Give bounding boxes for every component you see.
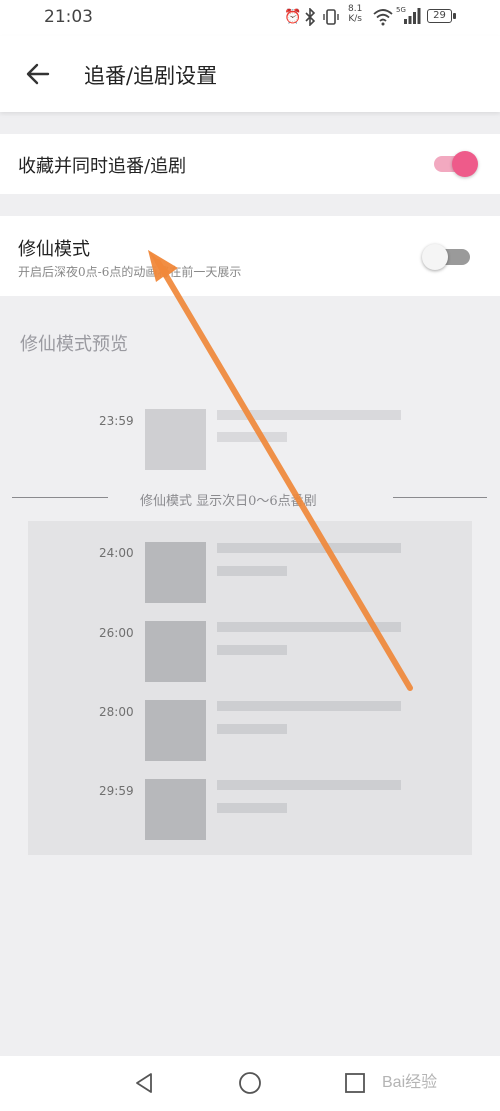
preview-thumbnail xyxy=(145,409,206,470)
page-title: 追番/追剧设置 xyxy=(84,64,218,88)
preview-thumbnail xyxy=(145,700,206,761)
preview-thumbnail xyxy=(145,779,206,840)
triangle-back-icon xyxy=(136,1073,152,1093)
nav-recents-button[interactable] xyxy=(344,1072,366,1098)
preview-title-placeholder xyxy=(217,410,401,420)
preview-title-placeholder xyxy=(217,543,401,553)
setting-label-mode: 修仙模式 xyxy=(18,239,90,260)
mode-toggle-thumb[interactable] xyxy=(422,244,448,270)
battery-tip xyxy=(453,13,456,19)
divider-line-right xyxy=(393,497,487,498)
bluetooth-icon xyxy=(304,7,316,31)
preview-thumbnail xyxy=(145,542,206,603)
preview-time-before: 23:59 xyxy=(99,414,134,428)
app-bar xyxy=(0,36,500,112)
alarm-icon: ⏰ xyxy=(284,9,302,25)
circle-home-icon xyxy=(239,1072,261,1094)
preview-time: 24:00 xyxy=(99,546,134,560)
nav-back-button[interactable] xyxy=(132,1071,156,1099)
setting-label-sync: 收藏并同时追番/追剧 xyxy=(18,156,187,177)
battery-indicator: 29 xyxy=(427,9,452,23)
divider-line-left xyxy=(12,497,108,498)
setting-description-mode: 开启后深夜0点-6点的动画将在前一天展示 xyxy=(18,265,242,279)
nav-home-button[interactable] xyxy=(238,1071,262,1099)
preview-title-placeholder xyxy=(217,701,401,711)
signal-icon xyxy=(403,8,421,29)
back-button[interactable] xyxy=(20,56,56,92)
preview-subtitle-placeholder xyxy=(217,432,287,442)
wifi-icon xyxy=(373,8,393,31)
preview-subtitle-placeholder xyxy=(217,724,287,734)
preview-subtitle-placeholder xyxy=(217,803,287,813)
preview-thumbnail xyxy=(145,621,206,682)
preview-title-placeholder xyxy=(217,622,401,632)
preview-subtitle-placeholder xyxy=(217,566,287,576)
network-speed: 8.1 K/s xyxy=(348,4,363,24)
watermark: Bai经验 xyxy=(382,1074,438,1091)
arrow-left-icon xyxy=(26,63,50,85)
preview-time: 28:00 xyxy=(99,705,134,719)
status-time: 21:03 xyxy=(44,7,93,27)
preview-time: 26:00 xyxy=(99,626,134,640)
preview-divider-text: 修仙模式 显示次日0～6点番剧 xyxy=(140,494,317,509)
preview-time: 29:59 xyxy=(99,784,134,798)
vibrate-icon xyxy=(323,8,339,31)
preview-subtitle-placeholder xyxy=(217,645,287,655)
sync-toggle-thumb[interactable] xyxy=(452,151,478,177)
square-recents-icon xyxy=(345,1073,365,1093)
preview-title-placeholder xyxy=(217,780,401,790)
preview-title: 修仙模式预览 xyxy=(20,334,128,355)
